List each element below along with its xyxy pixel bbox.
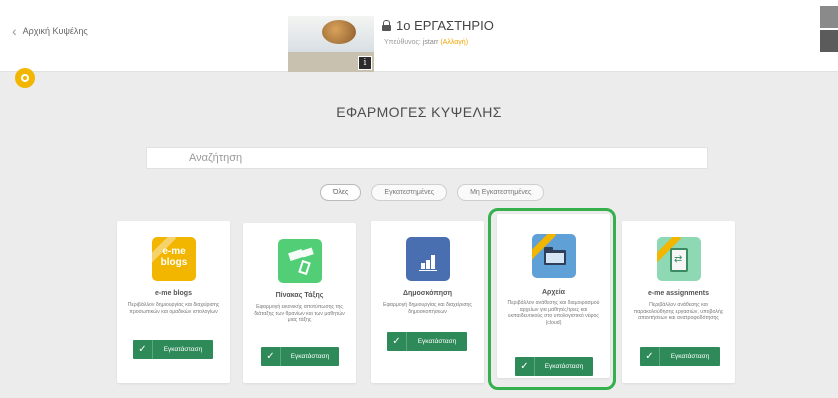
search-input[interactable]: Αναζήτηση: [146, 147, 708, 169]
hive-header: ‹ Αρχική Κυψέλης i 1ο ΕΡΓΑΣΤΗΡΙΟ Υπεύθυν…: [0, 0, 838, 72]
install-label: Εγκατάσταση: [544, 363, 584, 370]
info-icon[interactable]: i: [358, 56, 372, 70]
app-description: Περιβάλλον ανάθεσης και διαμοιρασμού αρχ…: [507, 300, 600, 326]
check-icon: ✓: [387, 332, 407, 351]
gear-icon: [21, 74, 29, 82]
install-button[interactable]: ✓ Εγκατάσταση: [640, 347, 720, 366]
hive-settings-button[interactable]: [15, 68, 35, 88]
app-title: Πίνακας Τάξης: [275, 292, 324, 299]
right-toolbar: [820, 0, 838, 72]
chevron-left-icon: ‹: [12, 23, 17, 39]
owner-name: jstarr: [422, 39, 439, 46]
poll-baseline: [419, 270, 437, 271]
install-button[interactable]: ✓ Εγκατάσταση: [515, 357, 593, 376]
check-icon: ✓: [515, 357, 535, 376]
app-description: Περιβάλλον ανάθεσης και παρακολούθησης ε…: [633, 302, 724, 321]
hive-title-text: 1ο ΕΡΓΑΣΤΗΡΙΟ: [396, 18, 494, 33]
clipboard-icon: ⇄: [657, 237, 701, 281]
poll-bar-3: [431, 255, 435, 269]
back-link-label: Αρχική Κυψέλης: [22, 26, 88, 36]
app-card-blogs[interactable]: e-me blogs e-me blogs Περιβάλλον δημιουρ…: [117, 221, 230, 383]
swap-arrows-icon: ⇄: [674, 254, 683, 265]
install-label: Εγκατάσταση: [417, 338, 457, 345]
app-description: Εφαρμογή δημιουργίας και διαχείρισης δημ…: [383, 302, 472, 315]
install-button[interactable]: ✓ Εγκατάσταση: [133, 340, 213, 359]
owner-change-link[interactable]: (Αλλαγή): [440, 39, 468, 46]
app-description: Περιβάλλον δημιουργίας και διαχείρισης π…: [127, 302, 220, 315]
board-shape-3: [298, 259, 311, 276]
app-card-class-board[interactable]: Πίνακας Τάξης Εφαρμογή εικονικής αποτύπω…: [243, 223, 356, 383]
check-icon: ✓: [133, 340, 153, 359]
page-title: ΕΦΑΡΜΟΓΕΣ ΚΥΨΕΛΗΣ: [336, 104, 502, 120]
install-button[interactable]: ✓ Εγκατάσταση: [387, 332, 467, 351]
app-title: Αρχεία: [542, 289, 565, 296]
hive-owner: Υπεύθυνος: jstarr (Αλλαγή): [384, 39, 468, 46]
back-to-hive-link[interactable]: ‹ Αρχική Κυψέλης: [12, 24, 88, 38]
filter-not-installed[interactable]: Μη Εγκατεστημένες: [457, 184, 545, 201]
hive-title: 1ο ΕΡΓΑΣΤΗΡΙΟ: [382, 18, 494, 33]
install-label: Εγκατάσταση: [290, 353, 330, 360]
settings-tool-button[interactable]: [820, 6, 838, 28]
app-card-assignments[interactable]: ⇄ e-me assignments Περιβάλλον ανάθεσης κ…: [622, 221, 735, 383]
board-shape-2: [301, 247, 314, 258]
poll-bar-2: [426, 260, 430, 269]
install-button[interactable]: ✓ Εγκατάσταση: [261, 347, 339, 366]
lock-icon: [382, 20, 391, 31]
poll-chart-icon: [406, 237, 450, 281]
filter-installed[interactable]: Εγκατεστημένες: [371, 184, 448, 201]
folder-icon: [532, 234, 576, 278]
poll-bar-1: [421, 263, 425, 269]
app-card-poll[interactable]: Δημοσκόπηση Εφαρμογή δημιουργίας και δια…: [371, 221, 484, 383]
blogs-icon-text: e-me blogs: [160, 246, 188, 268]
class-board-icon: [278, 239, 322, 283]
edit-tool-button[interactable]: [820, 30, 838, 52]
app-title: e-me assignments: [647, 290, 710, 297]
app-card-files[interactable]: Αρχεία Περιβάλλον ανάθεσης και διαμοιρασ…: [497, 214, 610, 378]
owner-prefix: Υπεύθυνος:: [384, 39, 421, 46]
install-label: Εγκατάσταση: [670, 353, 710, 360]
check-icon: ✓: [640, 347, 660, 366]
filter-all[interactable]: Όλες: [320, 184, 362, 201]
install-label: Εγκατάσταση: [163, 346, 203, 353]
blogs-icon: e-me blogs: [152, 237, 196, 281]
check-icon: ✓: [261, 347, 281, 366]
app-description: Εφαρμογή εικονικής αποτύπωσης της διάταξ…: [254, 304, 345, 323]
hive-photo[interactable]: i: [288, 16, 374, 72]
photo-balloon: [322, 20, 356, 44]
app-title: Δημοσκόπηση: [402, 290, 453, 297]
app-title: e-me blogs: [155, 290, 192, 297]
filter-tabs: Όλες Εγκατεστημένες Μη Εγκατεστημένες: [320, 184, 545, 201]
folder-shape: [544, 247, 566, 265]
